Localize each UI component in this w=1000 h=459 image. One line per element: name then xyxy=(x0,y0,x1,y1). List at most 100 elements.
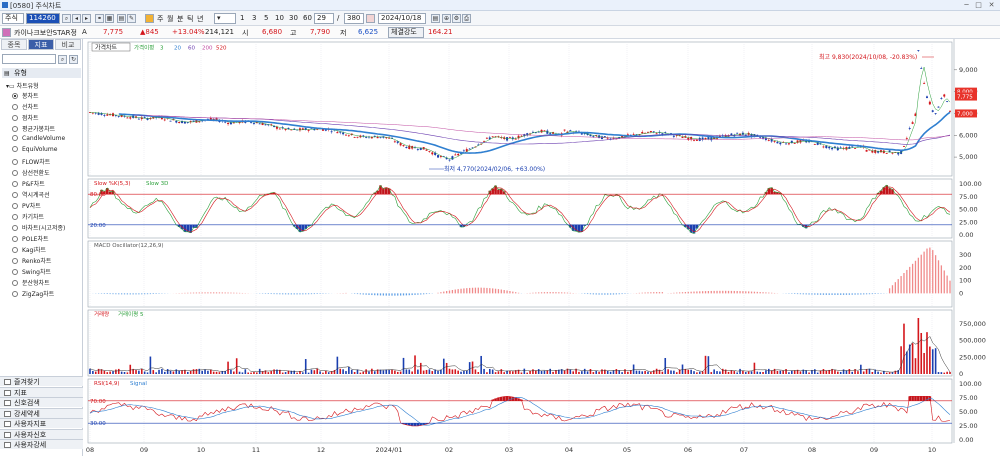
code-input[interactable]: 114260 xyxy=(26,13,60,24)
volume-bar xyxy=(166,369,169,374)
section-header[interactable]: 유형 xyxy=(2,68,81,78)
volume-bar xyxy=(736,372,738,374)
period-minute[interactable]: 분 xyxy=(177,14,183,24)
settings-icon[interactable]: ⚙ xyxy=(452,14,461,23)
folder-icon xyxy=(4,421,11,427)
tab-compare[interactable]: 비교 xyxy=(55,39,81,50)
volume-bar xyxy=(586,371,589,374)
period-year[interactable]: 년 xyxy=(197,14,203,24)
volume-bar xyxy=(422,370,425,374)
volume-bar xyxy=(371,368,373,374)
candle xyxy=(514,138,517,140)
volume-bar xyxy=(609,371,612,374)
chart-type-item[interactable]: Renko차트 xyxy=(12,256,51,265)
chart-pane xyxy=(87,178,953,239)
interval-select[interactable]: ▾ xyxy=(214,13,236,24)
candle xyxy=(681,137,684,138)
sidebar-bottom-item[interactable]: 지표 xyxy=(0,386,83,397)
interval-10[interactable]: 10 xyxy=(275,14,284,22)
candle xyxy=(258,123,261,125)
chart-type-item[interactable]: Swing차트 xyxy=(12,267,51,276)
radio-icon xyxy=(12,280,18,286)
chart-type-item[interactable]: 분산형차트 xyxy=(12,278,50,287)
open-value: 6,680 xyxy=(262,28,283,36)
volume-bar xyxy=(946,371,948,374)
candle xyxy=(437,155,440,158)
search-icon[interactable]: ⌕ xyxy=(62,14,71,23)
y-tick-label: 100 xyxy=(959,277,971,285)
chart-type-item[interactable]: POLE차트 xyxy=(12,234,49,243)
chart-type-item[interactable]: PV차트 xyxy=(12,201,41,210)
volume-bar xyxy=(710,372,713,374)
calendar-icon[interactable] xyxy=(145,14,154,23)
candle xyxy=(448,159,451,161)
sidebar-bottom-item[interactable]: 즐겨찾기 xyxy=(0,376,83,386)
date-input[interactable]: 2024/10/18 xyxy=(378,13,426,24)
market-select[interactable]: 주식 xyxy=(2,13,24,24)
interval-1[interactable]: 1 xyxy=(240,14,244,22)
calendar-pick-icon[interactable]: ▤ xyxy=(431,14,440,23)
tab-indicator[interactable]: 지표 xyxy=(28,39,54,50)
sidebar-bottom-item[interactable]: 사용자지표 xyxy=(0,418,83,428)
print-icon[interactable]: ⎙ xyxy=(462,14,471,23)
y-tick-label: 50.00 xyxy=(959,206,978,214)
chart-type-item[interactable]: 점차트 xyxy=(12,113,39,122)
chart-type-item[interactable]: Kagi차트 xyxy=(12,245,46,254)
period-tick[interactable]: 틱 xyxy=(187,14,193,24)
count-total-input[interactable]: 380 xyxy=(344,13,364,24)
interval-5[interactable]: 5 xyxy=(264,14,268,22)
tab-stock[interactable]: 종목 xyxy=(1,39,27,50)
volume-bar xyxy=(601,369,603,374)
favorite-icon[interactable] xyxy=(2,28,11,37)
candle xyxy=(949,110,951,112)
chart-type-item[interactable]: 봉차트 xyxy=(12,91,39,100)
candle xyxy=(793,143,796,144)
volume-bar xyxy=(583,368,586,374)
grid-icon[interactable]: ▦ xyxy=(105,14,114,23)
chart-area[interactable]: 08 09 10 11 12 2024/01 02 03 04 05 06 07 08 09 10 가격차트 가… xyxy=(84,39,1000,456)
chart-type-item[interactable]: 선차트 xyxy=(12,102,39,111)
chart-type-item[interactable]: 카기차트 xyxy=(12,212,44,221)
search-icon[interactable]: ⌕ xyxy=(58,55,67,64)
chart-type-item[interactable]: 역시계곡선 xyxy=(12,190,50,199)
sidebar-bottom-item[interactable]: 사용자강세 xyxy=(0,439,83,449)
volume-bar xyxy=(837,371,839,374)
interval-3[interactable]: 3 xyxy=(252,14,256,22)
chart-type-item[interactable]: EquiVolume xyxy=(12,146,57,153)
apply-icon[interactable] xyxy=(366,14,375,23)
indicator-search-input[interactable] xyxy=(2,54,56,64)
chart-type-item[interactable]: 평균가봉차트 xyxy=(12,124,55,133)
candle xyxy=(549,133,552,135)
volume-bar xyxy=(135,370,137,374)
chart-type-label: Kagi차트 xyxy=(22,247,47,254)
chart-type-item[interactable]: FLOW차트 xyxy=(12,157,50,166)
sidebar-bottom-item[interactable]: 신호검색 xyxy=(0,397,83,407)
minimize-icon[interactable]: ─ xyxy=(962,1,971,9)
volume-bar xyxy=(126,372,129,374)
period-day[interactable]: 주 xyxy=(157,14,163,24)
next-icon[interactable]: ▸ xyxy=(82,14,91,23)
sidebar-bottom-item[interactable]: 사용자신호 xyxy=(0,428,83,439)
chart-type-item[interactable]: 바차트(시고저종) xyxy=(12,223,65,232)
refresh-icon[interactable]: ↻ xyxy=(69,55,78,64)
interval-60[interactable]: 60 xyxy=(303,14,312,22)
interval-30[interactable]: 30 xyxy=(289,14,298,22)
group-header[interactable]: ▾▭ 차트유형 xyxy=(6,81,39,90)
link-icon[interactable]: ⚭ xyxy=(95,14,104,23)
sidebar-bottom-label: 강세약세 xyxy=(14,409,40,418)
period-month[interactable]: 월 xyxy=(167,14,173,24)
volume-bar xyxy=(204,369,206,374)
count-input[interactable]: 29 xyxy=(314,13,334,24)
candle xyxy=(796,140,799,143)
chart-type-item[interactable]: 삼선전환도 xyxy=(12,168,50,177)
tool-icon[interactable]: ✎ xyxy=(127,14,136,23)
zoom-icon[interactable]: ⊕ xyxy=(442,14,451,23)
prev-icon[interactable]: ◂ xyxy=(72,14,81,23)
layout-icon[interactable]: ▤ xyxy=(117,14,126,23)
sidebar-bottom-item[interactable]: 강세약세 xyxy=(0,407,83,418)
maximize-icon[interactable]: □ xyxy=(974,1,983,9)
close-icon[interactable]: ✕ xyxy=(987,1,996,9)
chart-type-item[interactable]: CandleVolume xyxy=(12,135,65,142)
chart-type-item[interactable]: P&F차트 xyxy=(12,179,45,188)
chart-type-item[interactable]: ZigZag차트 xyxy=(12,289,54,298)
